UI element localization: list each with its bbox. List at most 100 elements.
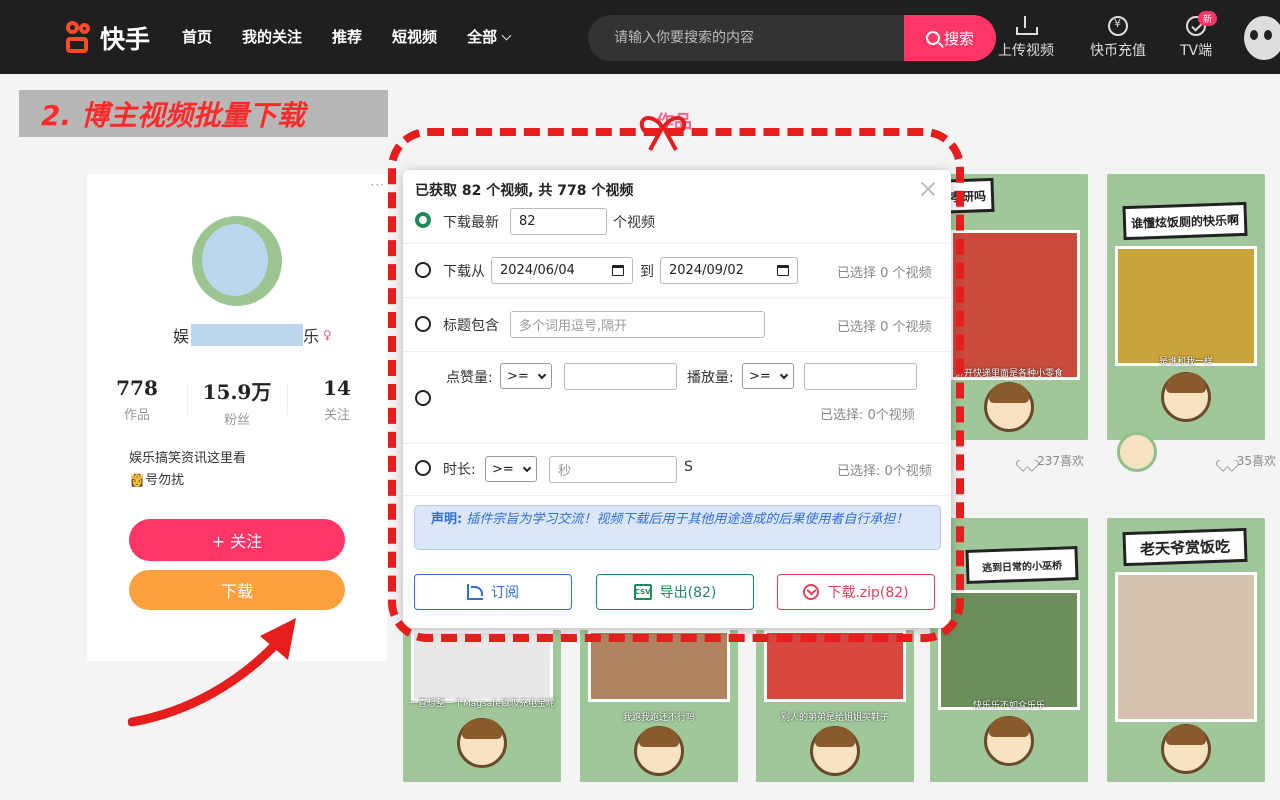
video-caption: 我跑我跑还不行吗 (622, 713, 695, 723)
latest-suffix: 个视频 (613, 215, 655, 231)
video-caption: 别人的弟弟是给姐姐买鞋子 (780, 713, 889, 723)
video-photo (950, 230, 1080, 380)
export-label: 导出(82) (659, 585, 717, 601)
chevron-down-icon (779, 370, 789, 379)
recharge-label: 快币充值 (1090, 43, 1146, 59)
upload-video-button[interactable]: 上传视频 (998, 16, 1054, 60)
like-count: 237喜欢 (1037, 453, 1084, 468)
radio-latest[interactable] (415, 212, 431, 228)
likes-operator-select[interactable]: >= (500, 363, 552, 389)
cartoon-girl-image (984, 382, 1034, 432)
logo-text: 快手 (100, 25, 151, 54)
kuaishou-logo-icon (64, 21, 94, 55)
spreadsheet-icon: CSV (633, 584, 652, 600)
duration-unit: S (684, 459, 693, 475)
video-card[interactable]: 一直想整一个Magsafe磁吸充电宝呢 (403, 630, 561, 782)
chevron-down-icon (537, 370, 547, 379)
option-date-range: 下载从 2024/06/04 到 2024/09/02 已选择 0 个视频 (403, 244, 951, 298)
selected-count: 已选择 0 个视频 (837, 320, 932, 335)
search-button[interactable]: 搜索 (904, 15, 996, 61)
more-icon[interactable]: ··· (371, 178, 385, 192)
video-card[interactable]: 老天爷赏饭吃 (1107, 518, 1265, 782)
profile-avatar (192, 216, 282, 306)
download-button[interactable]: 下载 (129, 570, 345, 610)
export-button[interactable]: CSV 导出(82) (596, 574, 754, 610)
duration-input[interactable]: 秒 (549, 456, 677, 483)
bio-line: 娱乐搞笑资讯这里看 (129, 451, 247, 466)
recharge-button[interactable]: 快币充值 (1090, 16, 1146, 60)
video-card[interactable]: 别人的弟弟是给姐姐买鞋子 (756, 630, 914, 782)
plays-label: 播放量: (687, 370, 734, 386)
top-bar: 快手 首页 我的关注 推荐 短视频 全部 搜索 上传视频 快币充值 TV端 新 (0, 0, 1280, 74)
search-icon (925, 31, 940, 45)
date-to-value: 2024/09/02 (669, 263, 744, 278)
likes-operator-value: >= (507, 368, 529, 384)
stat-fans[interactable]: 15.9万 粉丝 (187, 376, 287, 428)
radio-title-contains[interactable] (415, 316, 431, 332)
video-photo (588, 630, 730, 702)
date-to-input[interactable]: 2024/09/02 (660, 257, 798, 284)
plays-operator-select[interactable]: >= (742, 363, 794, 389)
cartoon-girl-image (457, 718, 507, 768)
video-photo (1115, 572, 1257, 722)
likes-input[interactable] (564, 363, 677, 390)
nav-all[interactable]: 全部 (467, 26, 512, 47)
video-photo (764, 630, 906, 702)
option-duration: 时长: >= 秒 S 已选择: 0个视频 (403, 444, 951, 496)
chart-icon (467, 584, 483, 600)
plays-input[interactable] (804, 363, 917, 390)
video-card[interactable]: 谁懂炫饭厕的快乐啊 是谁和我一样 (1107, 174, 1265, 440)
tutorial-banner: 2. 博主视频批量下载 (19, 90, 388, 137)
radio-duration[interactable] (415, 460, 431, 476)
heart-icon (1221, 455, 1233, 466)
duration-operator-select[interactable]: >= (485, 456, 537, 482)
title-keywords-input[interactable]: 多个词用逗号,隔开 (510, 311, 765, 338)
nav-home[interactable]: 首页 (182, 26, 212, 47)
profile-bio: 娱乐搞笑资讯这里看 👸号勿扰 (129, 448, 246, 492)
plays-operator-value: >= (749, 368, 771, 384)
female-icon: ♀ (323, 328, 332, 342)
nav-recommend[interactable]: 推荐 (332, 26, 362, 47)
download-zip-button[interactable]: 下载.zip(82) (777, 574, 935, 610)
option-title-contains: 标题包含 多个词用逗号,隔开 已选择 0 个视频 (403, 298, 951, 352)
main-nav: 首页 我的关注 推荐 短视频 全部 (182, 26, 512, 47)
video-photo (938, 590, 1080, 710)
subscribe-button[interactable]: 订阅 (414, 574, 572, 610)
radio-date-range[interactable] (415, 262, 431, 278)
video-title-sticker: 逃到日常的小巫桥 (965, 546, 1079, 584)
latest-count-input[interactable]: 82 (510, 208, 607, 235)
profile-name-suffix: 乐 (303, 327, 320, 346)
name-redaction (191, 324, 304, 346)
download-icon (803, 584, 820, 600)
stat-label: 关注 (323, 408, 350, 423)
bio-line: 👸号勿扰 (129, 473, 185, 488)
subscribe-label: 订阅 (491, 585, 519, 601)
close-icon[interactable] (919, 180, 937, 198)
radio-likes-plays[interactable] (415, 390, 431, 406)
title-contains-label: 标题包含 (443, 318, 499, 334)
notice-title: 声明: (431, 512, 463, 527)
stat-following[interactable]: 14 关注 (287, 376, 387, 428)
follow-button[interactable]: + 关注 (129, 519, 345, 561)
nav-following[interactable]: 我的关注 (242, 26, 302, 47)
video-card[interactable]: 我跑我跑还不行吗 (580, 630, 738, 782)
nav-short-video[interactable]: 短视频 (392, 26, 437, 47)
option-likes-plays: 点赞量: >= 播放量: >= 已选择: 0个视频 (403, 352, 951, 444)
duration-label: 时长: (443, 462, 476, 478)
like-count: 35喜欢 (1236, 453, 1276, 468)
stat-label: 作品 (123, 408, 150, 423)
stat-works[interactable]: 778 作品 (87, 376, 187, 428)
date-from-input[interactable]: 2024/06/04 (491, 257, 633, 284)
upload-video-label: 上传视频 (998, 43, 1054, 59)
profile-stats: 778 作品 15.9万 粉丝 14 关注 (87, 376, 387, 428)
user-avatar[interactable] (1244, 16, 1280, 60)
calendar-icon (777, 265, 789, 276)
search-input[interactable] (588, 15, 904, 61)
stat-value: 14 (323, 376, 351, 400)
video-photo (1115, 246, 1257, 366)
video-card[interactable]: 逃到日常的小巫桥 快乐乐不如众乐乐 (930, 518, 1088, 782)
date-from-label: 下载从 (443, 264, 485, 280)
kuaishou-logo[interactable]: 快手 (64, 20, 150, 56)
video-card[interactable]: 婚姻头胖是要孝研吗 拆开快递里面是各种小零食 (930, 174, 1088, 440)
calendar-icon (612, 265, 624, 276)
